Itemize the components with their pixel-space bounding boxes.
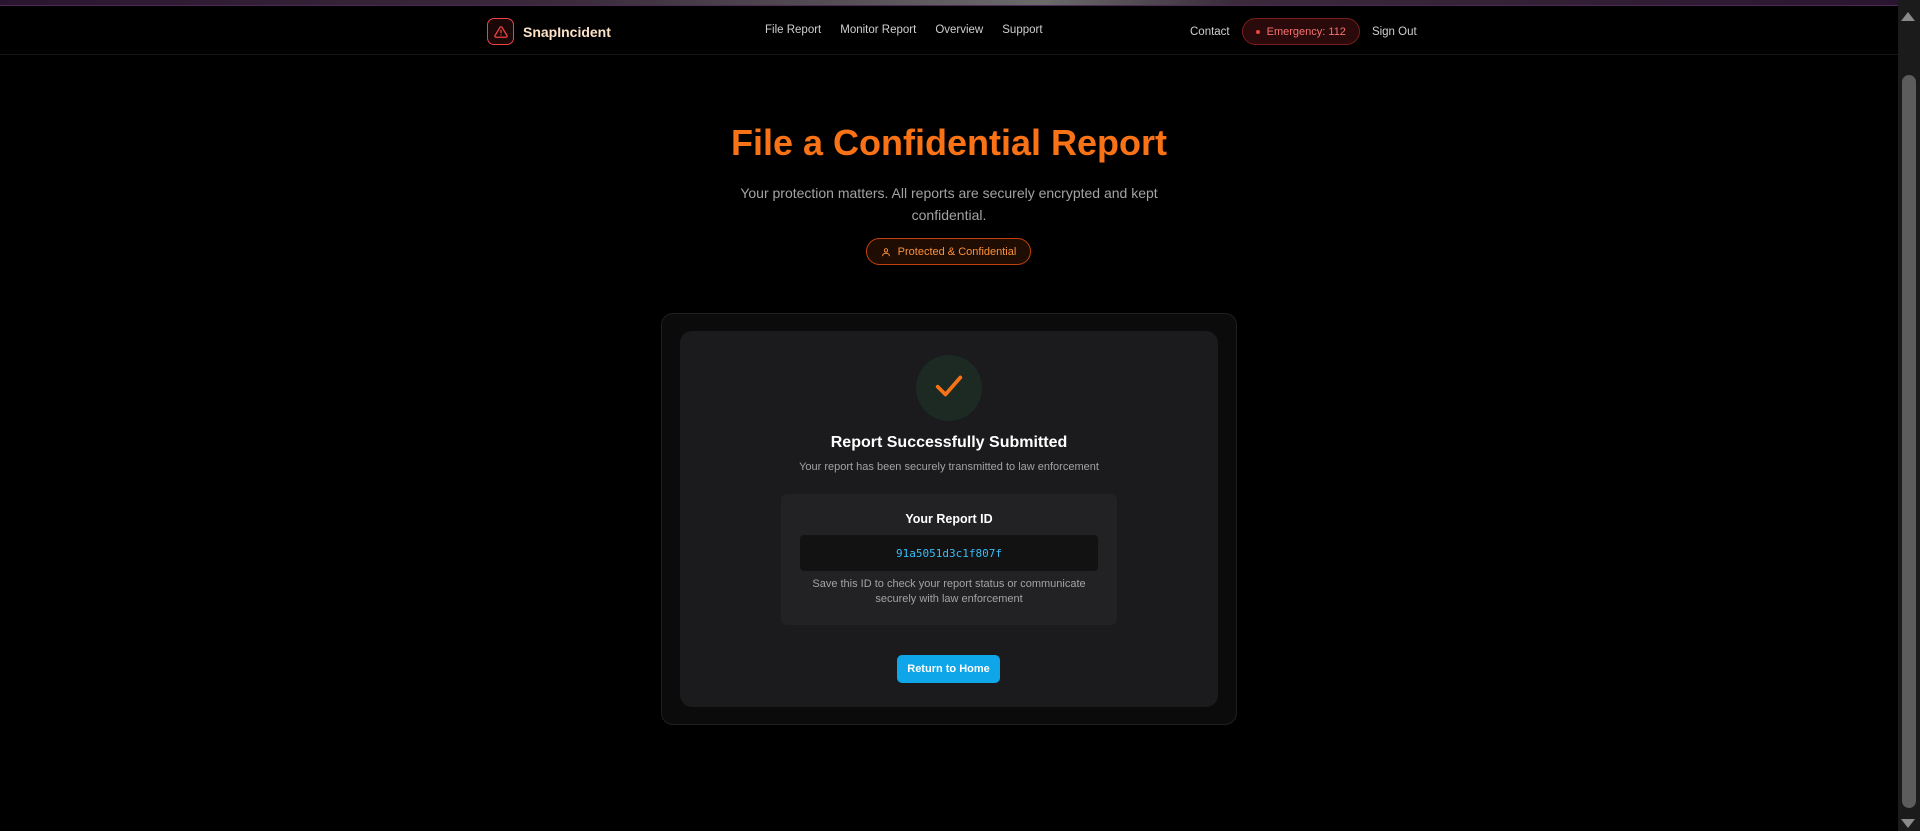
success-badge	[916, 355, 982, 421]
page-subtitle: Your protection matters. All reports are…	[740, 185, 1158, 223]
nav-links: File Report Monitor Report Overview Supp…	[765, 24, 1043, 36]
brand-name: SnapIncident	[523, 23, 611, 40]
success-title: Report Successfully Submitted	[830, 434, 1068, 451]
nav-right: Contact Emergency: 112 Sign Out	[1190, 18, 1417, 45]
emergency-button[interactable]: Emergency: 112	[1241, 18, 1360, 45]
badge-label: Protected & Confidential	[897, 245, 1017, 258]
confidential-badge: Protected & Confidential	[866, 238, 1031, 265]
emergency-dot-icon	[1255, 29, 1260, 34]
report-id-note: Save this ID to check your report status…	[812, 578, 1086, 605]
page-title: File a Confidential Report	[730, 122, 1168, 163]
report-id-value[interactable]: 91a5051d3c1f807f	[800, 535, 1098, 571]
nav-contact[interactable]: Contact	[1190, 26, 1230, 38]
alert-triangle-icon	[487, 18, 514, 45]
browser-top-line	[0, 5, 1898, 6]
navbar: SnapIncident File Report Monitor Report …	[0, 7, 1898, 55]
scroll-up-icon[interactable]	[1901, 12, 1915, 21]
scrollbar[interactable]	[1898, 0, 1920, 831]
return-home-button[interactable]: Return to Home	[897, 655, 1000, 683]
nav-file-report[interactable]: File Report	[765, 24, 821, 36]
user-icon	[881, 247, 891, 257]
sign-out-link[interactable]: Sign Out	[1372, 26, 1417, 38]
brand[interactable]: SnapIncident	[487, 18, 611, 45]
emergency-label: Emergency: 112	[1266, 25, 1346, 38]
nav-monitor-report[interactable]: Monitor Report	[840, 24, 916, 36]
nav-overview[interactable]: Overview	[935, 24, 983, 36]
checkmark-icon	[932, 369, 966, 408]
report-id-label: Your Report ID	[905, 512, 993, 526]
nav-support[interactable]: Support	[1002, 24, 1042, 36]
success-subtitle: Your report has been securely transmitte…	[799, 461, 1099, 473]
scroll-thumb[interactable]	[1902, 75, 1916, 808]
scroll-down-icon[interactable]	[1901, 819, 1915, 828]
